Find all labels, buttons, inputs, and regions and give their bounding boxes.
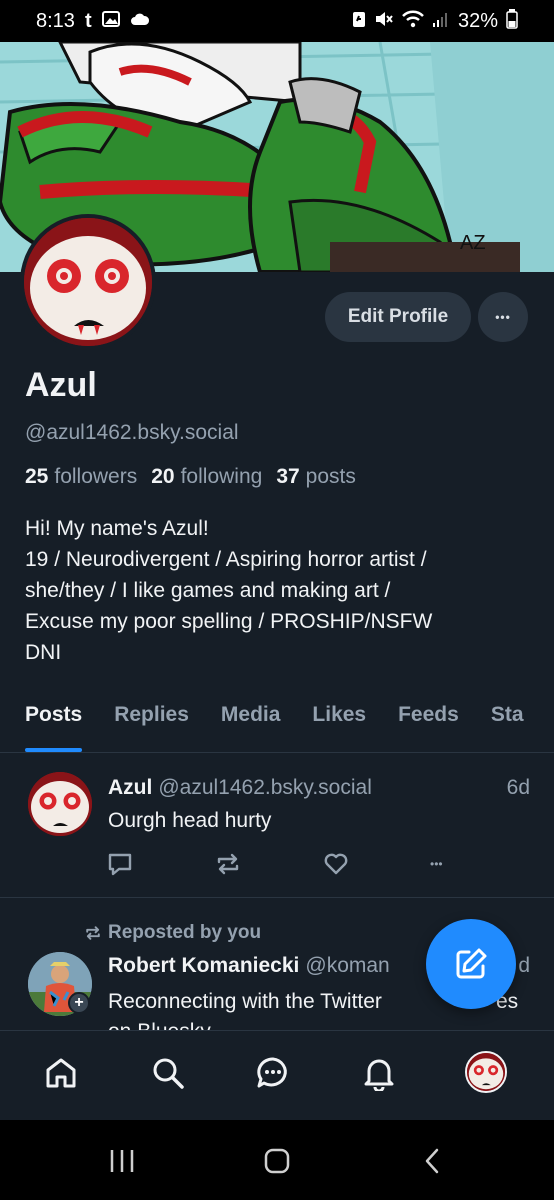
cloud-notification-icon: [130, 12, 150, 31]
battery-icon: [506, 8, 518, 34]
compose-button[interactable]: [426, 919, 516, 1009]
following-label: following: [180, 465, 263, 488]
post-author-name[interactable]: Azul: [108, 776, 152, 799]
repost-small-icon: [86, 926, 100, 940]
repost-header: Robert Komaniecki @koman: [108, 954, 390, 978]
battery-saver-icon: [352, 10, 366, 33]
tumblr-notification-icon: t: [84, 9, 92, 32]
banner-signature: AZ: [460, 232, 486, 254]
post-more-icon[interactable]: •••: [430, 850, 462, 878]
bio-line: DNI: [25, 641, 62, 664]
post-text: Ourgh head hurty: [108, 809, 272, 832]
heart-icon[interactable]: [322, 850, 350, 878]
followers-stat[interactable]: 25 followers: [25, 465, 137, 489]
repost-timestamp[interactable]: d: [518, 954, 530, 978]
profile-handle: @azul1462.bsky.social: [25, 421, 239, 444]
profile-display-name: Azul: [25, 366, 97, 404]
tab-media[interactable]: Media: [221, 695, 281, 752]
repost-text-line: Reconnecting with the Twitter: [108, 990, 382, 1013]
tab-posts[interactable]: Posts: [25, 695, 83, 752]
wifi-icon: [402, 10, 424, 33]
posts-label: posts: [305, 465, 356, 488]
profile-stats: 25 followers 20 following 37 posts: [25, 465, 356, 489]
post-author-avatar[interactable]: [28, 772, 92, 836]
repost-text-line: on Bluesky: [108, 1017, 538, 1030]
post-header: Azul @azul1462.bsky.social: [108, 776, 372, 800]
system-nav-bar: [0, 1120, 554, 1200]
gallery-notification-icon: [101, 10, 120, 33]
post-author-handle[interactable]: @azul1462.bsky.social: [158, 776, 372, 799]
repost-icon[interactable]: [214, 850, 242, 878]
nav-profile-avatar[interactable]: [465, 1051, 507, 1093]
search-icon[interactable]: [148, 1053, 188, 1093]
following-stat[interactable]: 20 following: [151, 465, 262, 489]
tab-replies[interactable]: Replies: [114, 695, 189, 752]
signal-icon: [432, 10, 450, 33]
bio-line: Hi! My name's Azul!: [25, 517, 209, 540]
home-icon[interactable]: [41, 1053, 81, 1093]
followers-count: 25: [25, 465, 49, 488]
home-button-icon[interactable]: [264, 1148, 290, 1179]
bottom-nav: [0, 1030, 554, 1120]
bio-line: she/they / I like games and making art /: [25, 579, 391, 602]
profile-more-button[interactable]: •••: [478, 292, 528, 342]
status-time: 8:13: [36, 9, 75, 32]
post-timestamp[interactable]: 6d: [507, 776, 530, 800]
followers-label: followers: [54, 465, 138, 488]
post-actions: •••: [106, 850, 466, 880]
feed-post[interactable]: Azul @azul1462.bsky.social 6d Ourgh head …: [0, 754, 554, 898]
chat-icon[interactable]: [253, 1053, 293, 1093]
profile-avatar[interactable]: [20, 214, 156, 350]
profile-tabs: Posts Replies Media Likes Feeds Sta: [0, 695, 554, 753]
repost-indicator: Reposted by you: [84, 922, 261, 944]
status-bar: 8:13 t 32%: [0, 0, 554, 42]
repost-author-name[interactable]: Robert Komaniecki: [108, 954, 299, 977]
bell-icon[interactable]: [359, 1053, 399, 1093]
reply-icon[interactable]: [106, 850, 134, 878]
tab-feeds[interactable]: Feeds: [398, 695, 459, 752]
more-options-icon: •••: [495, 310, 511, 324]
edit-profile-button[interactable]: Edit Profile: [325, 292, 471, 342]
mute-icon: [374, 10, 394, 33]
tab-likes[interactable]: Likes: [312, 695, 366, 752]
compose-icon: [456, 948, 487, 979]
bio-line: Excuse my poor spelling / PROSHIP/NSFW: [25, 610, 433, 633]
tab-starter-packs[interactable]: Sta: [491, 695, 524, 752]
repost-label-text: Reposted by you: [108, 922, 262, 943]
back-icon[interactable]: [422, 1148, 442, 1179]
profile-bio: Hi! My name's Azul! 19 / Neurodivergent …: [25, 513, 535, 668]
follow-plus-badge[interactable]: +: [68, 992, 90, 1014]
posts-stat: 37 posts: [276, 465, 356, 489]
posts-count: 37: [276, 465, 300, 488]
recent-apps-icon[interactable]: [108, 1148, 136, 1179]
bio-line: 19 / Neurodivergent / Aspiring horror ar…: [25, 548, 427, 571]
battery-percent: 32%: [457, 9, 498, 32]
following-count: 20: [151, 465, 175, 488]
repost-author-handle[interactable]: @koman: [305, 954, 389, 977]
